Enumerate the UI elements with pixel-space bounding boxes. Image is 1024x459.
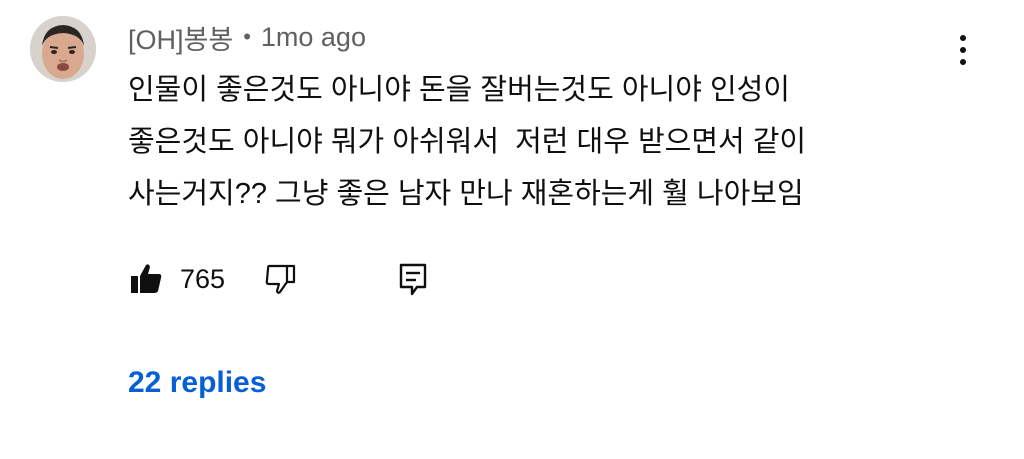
view-replies-link[interactable]: 22 replies (128, 366, 266, 400)
separator-dot: • (243, 24, 251, 49)
thumb-up-icon (131, 264, 162, 293)
comment-text-line: 좋은것도 아니야 뭐가 아쉬워서 저런 대우 받으면서 같이 (128, 126, 807, 158)
comment-text: 인물이 좋은것도 아니야 돈을 잘버는것도 아니야 인성이 좋은것도 아니야 뭐… (128, 64, 988, 220)
comment-text-line: 인물이 좋은것도 아니야 돈을 잘버는것도 아니야 인성이 (128, 74, 790, 106)
like-count: 765 (180, 263, 226, 294)
comment-header: [OH]봉봉 • 1mo ago (128, 18, 366, 56)
comment-actions: 765 (128, 258, 431, 300)
comment-card: [OH]봉봉 • 1mo ago 인물이 좋은것도 아니야 돈을 잘버는것도 아… (0, 0, 1024, 459)
like-button[interactable] (128, 261, 164, 297)
avatar[interactable] (30, 16, 96, 82)
user-avatar-image (30, 16, 96, 82)
reply-comment-icon (399, 263, 427, 296)
reply-button[interactable] (395, 261, 431, 297)
comment-text-line: 사는거지?? 그냥 좋은 남자 만나 재혼하는게 훨 나아보임 (128, 178, 804, 210)
dislike-button[interactable] (263, 261, 299, 297)
comment-timestamp[interactable]: 1mo ago (261, 22, 366, 53)
thumb-down-icon (265, 264, 296, 294)
author-name[interactable]: [OH]봉봉 (128, 18, 233, 57)
